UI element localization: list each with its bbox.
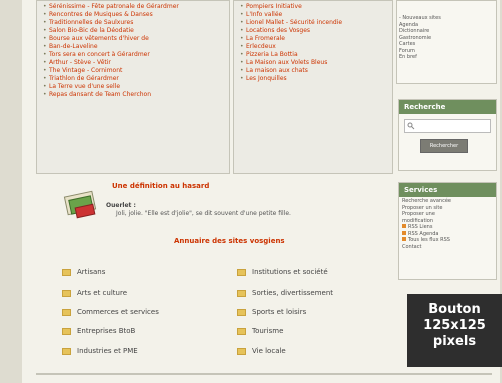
folder-icon [62,289,71,297]
directory-link-label: Institutions et société [252,268,328,276]
sidebar-nav-list: - Nouveaux sites Agenda Dictionnaire Gas… [397,1,496,61]
event-link[interactable]: Rencontres de Musiques & Danses [43,11,229,19]
ad-button-placeholder[interactable]: Bouton 125x125 pixels [407,294,502,367]
directory-link[interactable]: Sorties, divertissement [237,289,333,297]
directory-link[interactable]: Vie locale [237,347,286,355]
rss-icon [402,224,406,228]
folder-icon [62,308,71,316]
site-link[interactable]: La Maison aux Volets Bleus [240,59,392,67]
event-link[interactable]: Arthur - Stève - Vêtir [43,59,229,67]
folder-icon [62,268,71,276]
directory-link-label: Industries et PME [77,347,138,355]
definition-title: Une définition au hasard [112,182,210,190]
directory-link[interactable]: Entreprises BtoB [62,327,135,335]
event-link[interactable]: Sérénissime - Fête patronale de Gérardme… [43,3,229,11]
book-icon [63,190,97,219]
search-widget-title: Recherche [399,100,496,114]
search-widget: Recherche Rechercher [398,99,497,171]
events-list: Sérénissime - Fête patronale de Gérardme… [37,1,229,99]
ad-line: 125x125 [423,318,486,333]
search-icon [407,122,415,130]
event-link[interactable]: Traditionnelles de Saulxures [43,19,229,27]
site-link[interactable]: Pompiers Initiative [240,3,392,11]
folder-icon [237,268,246,276]
footer-divider [36,373,492,375]
site-link[interactable]: Locations des Vosges [240,27,392,35]
directory-link-label: Arts et culture [77,289,128,297]
search-input[interactable] [404,119,491,133]
folder-icon [62,347,71,355]
directory-link-label: Entreprises BtoB [77,327,136,335]
sidebar-nav-item[interactable]: En bref [397,54,496,61]
site-link[interactable]: Pizzeria La Bottia [240,51,392,59]
event-link[interactable]: Repas dansant de Team Cherchon [43,91,229,99]
ad-line: Bouton [428,302,481,317]
ad-line: pixels [432,334,477,349]
directory-link-label: Sports et loisirs [252,308,307,316]
directory-link[interactable]: Commerces et services [62,308,159,316]
rss-link-label: Tous les flux RSS [408,237,450,243]
event-link[interactable]: The Vintage - Cornimont [43,67,229,75]
site-link[interactable]: Lionel Mallet - Sécurité incendie [240,19,392,27]
folder-icon [237,289,246,297]
rss-link-label: RSS Liens [408,224,433,230]
event-link[interactable]: Bourse aux vêtements d'hiver de [43,35,229,43]
folder-icon [62,327,71,335]
services-widget: Services Recherche avancée Proposer un s… [398,182,497,280]
event-link[interactable]: Salon Bio-Bic de la Déodatie [43,27,229,35]
directory-link[interactable]: Sports et loisirs [237,308,306,316]
folder-icon [237,347,246,355]
folder-icon [237,308,246,316]
definition-word[interactable]: Ouerlet : [106,202,136,209]
event-link[interactable]: Tors sera en concert à Gérardmer [43,51,229,59]
site-link[interactable]: La maison aux chats [240,67,392,75]
sites-box: Pompiers Initiative L'Info vallée Lionel… [233,0,393,174]
definition-text: Joli, jolie. "Elle est d'jolie", se dit … [116,210,291,217]
site-link[interactable]: Erlecdeux [240,43,392,51]
directory-link-label: Artisans [77,268,106,276]
sidebar-nav-box: - Nouveaux sites Agenda Dictionnaire Gas… [396,0,497,84]
site-link[interactable]: La Fromerale [240,35,392,43]
event-link[interactable]: La Terre vue d'une selle [43,83,229,91]
directory-link[interactable]: Tourisme [237,327,283,335]
directory-link-label: Commerces et services [77,308,159,316]
directory-link-label: Tourisme [252,327,284,335]
directory-link-label: Vie locale [252,347,286,355]
annuaire-title: Annuaire des sites vosgiens [174,237,285,245]
sites-list: Pompiers Initiative L'Info vallée Lionel… [234,1,392,83]
search-button[interactable]: Rechercher [420,139,468,153]
directory-link[interactable]: Artisans [62,268,105,276]
site-link[interactable]: Les Jonquilles [240,75,392,83]
site-link[interactable]: L'Info vallée [240,11,392,19]
events-box: Sérénissime - Fête patronale de Gérardme… [36,0,230,174]
directory-link[interactable]: Industries et PME [62,347,138,355]
directory-link[interactable]: Arts et culture [62,289,127,297]
rss-link-label: RSS Agenda [408,230,439,237]
rss-icon [402,237,406,241]
contact-link[interactable]: Contact [399,244,496,251]
services-widget-title: Services [399,183,496,197]
page-content: Sérénissime - Fête patronale de Gérardme… [22,0,502,383]
folder-icon [237,327,246,335]
directory-link[interactable]: Institutions et société [237,268,328,276]
rss-icon [402,230,406,235]
event-link[interactable]: Ban-de-Laveline [43,43,229,51]
directory-link-label: Sorties, divertissement [252,289,334,297]
event-link[interactable]: Triathlon de Gérardmer [43,75,229,83]
